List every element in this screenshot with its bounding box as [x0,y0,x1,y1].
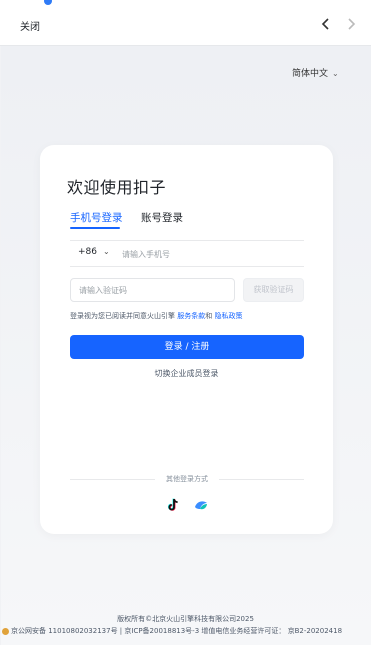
footer-icp: 京公网安备 11010802032137号 | 京ICP备20018813号-3… [2,626,342,636]
language-label: 简体中文 [292,69,329,79]
language-selector[interactable]: 简体中文 ⌄ [292,66,339,79]
chevron-right-icon[interactable] [344,14,358,34]
country-code-label: +86 [78,247,97,257]
verification-code-input[interactable] [70,278,235,302]
chevron-left-icon[interactable] [319,14,333,34]
country-code-selector[interactable]: +86 ⌄ [78,247,110,257]
volcengine-icon[interactable] [193,497,209,513]
phone-field-row: +86 ⌄ [70,240,304,267]
chevron-down-icon: ⌄ [103,247,110,256]
status-indicator-icon [44,0,52,5]
agreement-and: 和 [205,312,213,320]
phone-input[interactable] [120,244,299,264]
footer-icp-text[interactable]: 京公网安备 11010802032137号 | 京ICP备20018813号-3… [11,627,342,635]
police-badge-icon [2,627,9,635]
agreement-text: 登录视为您已阅读并同意火山引擎 服务条款和 隐私政策 [70,311,242,321]
tab-phone-login[interactable]: 手机号登录 [70,210,123,225]
switch-enterprise-link[interactable]: 切换企业成员登录 [40,368,333,379]
footer-copyright: 版权所有©北京火山引擎科技有限公司2025 [117,615,254,623]
tiktok-icon[interactable] [165,497,181,513]
top-bar: 关闭 [0,8,371,46]
login-card: 欢迎使用扣子 手机号登录 账号登录 +86 ⌄ 获取验证码 登录视为您已阅读并同意… [40,145,333,534]
active-tab-indicator [70,227,120,229]
page-title: 欢迎使用扣子 [67,178,167,197]
other-login-divider: 其他登录方式 [70,474,304,484]
login-register-button[interactable]: 登录 / 注册 [70,335,304,359]
close-button[interactable]: 关闭 [20,18,40,33]
divider-line-right [219,479,304,480]
terms-link[interactable]: 服务条款 [177,312,205,320]
chevron-down-icon: ⌄ [332,69,339,78]
tab-account-login[interactable]: 账号登录 [141,210,183,225]
status-bar [0,0,371,8]
get-code-button[interactable]: 获取验证码 [243,278,304,302]
privacy-link[interactable]: 隐私政策 [214,312,242,320]
agreement-prefix: 登录视为您已阅读并同意火山引擎 [70,312,175,320]
